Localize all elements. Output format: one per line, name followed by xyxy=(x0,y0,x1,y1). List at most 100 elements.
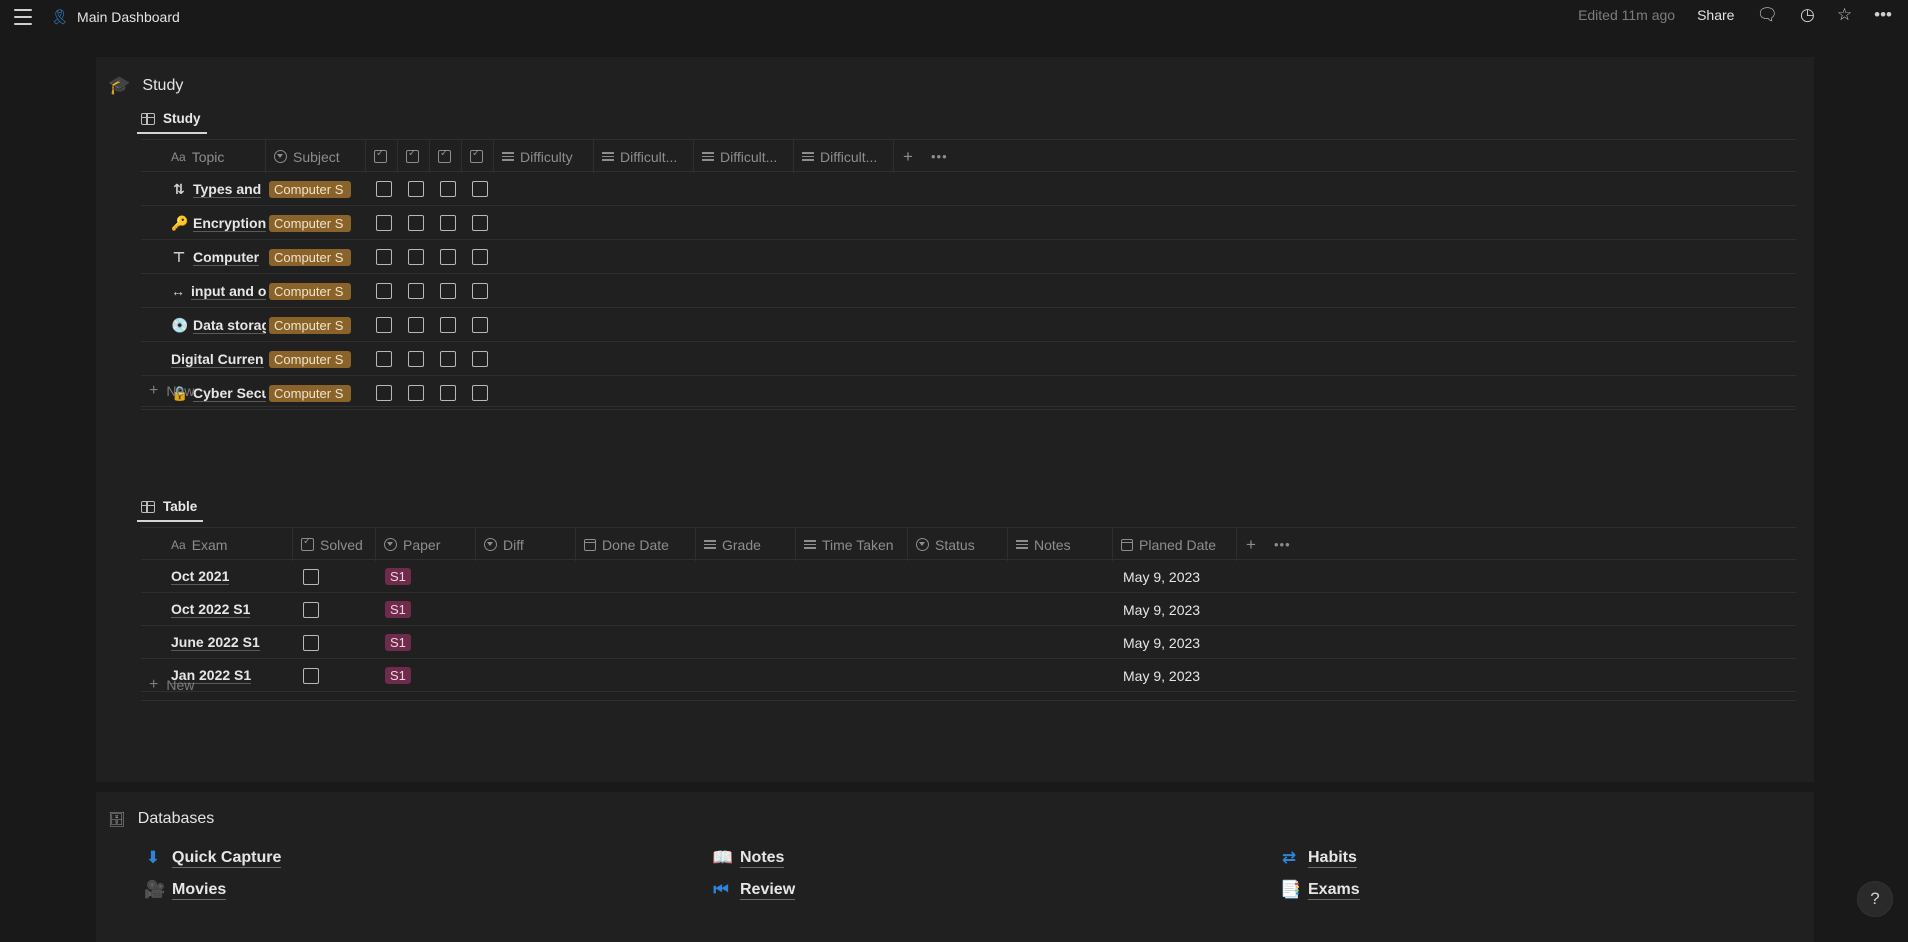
checkbox[interactable] xyxy=(472,351,488,367)
topic-cell[interactable]: ⊤Computer xyxy=(171,240,266,274)
column-paper[interactable]: Paper xyxy=(376,528,476,561)
checkbox[interactable] xyxy=(472,181,488,197)
checkbox[interactable] xyxy=(408,351,424,367)
link-habits[interactable]: ⇄ Habits xyxy=(1280,848,1357,868)
add-exam-row-button[interactable]: + New xyxy=(141,669,1796,701)
checkbox[interactable] xyxy=(376,181,392,197)
table-row[interactable]: ⇅Types andComputer S xyxy=(141,172,1796,206)
solved-cell[interactable] xyxy=(303,560,319,593)
checkbox-cell[interactable] xyxy=(472,240,488,274)
checkbox[interactable] xyxy=(376,351,392,367)
checkbox[interactable] xyxy=(440,249,456,265)
checkbox-cell[interactable] xyxy=(440,274,456,308)
checkbox-cell[interactable] xyxy=(376,274,392,308)
column-difficulty-2[interactable]: Difficult... xyxy=(594,140,694,173)
topic-cell[interactable]: ⇅Types and xyxy=(171,172,266,206)
breadcrumb[interactable]: 🎗 Main Dashboard xyxy=(50,8,180,26)
planed-date-cell[interactable]: May 9, 2023 xyxy=(1123,626,1200,659)
checkbox-cell[interactable] xyxy=(408,172,424,206)
subject-cell[interactable]: Computer S xyxy=(269,274,351,308)
checkbox[interactable] xyxy=(303,569,319,585)
add-study-row-button[interactable]: + New xyxy=(141,375,1796,407)
add-column-icon[interactable]: + xyxy=(903,140,913,173)
checkbox[interactable] xyxy=(472,215,488,231)
checkbox[interactable] xyxy=(303,635,319,651)
subject-cell[interactable]: Computer S xyxy=(269,172,351,206)
column-check-2[interactable] xyxy=(398,140,430,173)
checkbox-cell[interactable] xyxy=(376,172,392,206)
checkbox-cell[interactable] xyxy=(440,342,456,376)
checkbox[interactable] xyxy=(376,283,392,299)
checkbox[interactable] xyxy=(472,283,488,299)
exam-cell[interactable]: Oct 2022 S1 xyxy=(171,593,293,626)
solved-cell[interactable] xyxy=(303,626,319,659)
comment-icon[interactable]: 🗨 xyxy=(1756,6,1778,23)
link-movies[interactable]: 🎥 Movies xyxy=(144,880,226,900)
subject-cell[interactable]: Computer S xyxy=(269,342,351,376)
subject-cell[interactable]: Computer S xyxy=(269,240,351,274)
checkbox-cell[interactable] xyxy=(408,342,424,376)
checkbox[interactable] xyxy=(440,215,456,231)
checkbox-cell[interactable] xyxy=(440,172,456,206)
checkbox-cell[interactable] xyxy=(376,206,392,240)
column-topic[interactable]: AaTopic xyxy=(163,140,266,173)
checkbox-cell[interactable] xyxy=(376,240,392,274)
topic-cell[interactable]: ↔input and o xyxy=(171,274,266,308)
paper-cell[interactable]: S1 xyxy=(385,626,411,659)
checkbox-cell[interactable] xyxy=(472,274,488,308)
more-options-icon[interactable]: ••• xyxy=(1274,528,1291,561)
table-row[interactable]: June 2022 S1 S1 May 9, 2023 xyxy=(141,626,1796,659)
column-notes[interactable]: Notes xyxy=(1008,528,1113,561)
checkbox-cell[interactable] xyxy=(408,240,424,274)
table-row[interactable]: ↔input and oComputer S xyxy=(141,274,1796,308)
share-button[interactable]: Share xyxy=(1697,7,1734,23)
column-subject[interactable]: Subject xyxy=(266,140,366,173)
checkbox[interactable] xyxy=(303,602,319,618)
checkbox-cell[interactable] xyxy=(472,206,488,240)
column-check-1[interactable] xyxy=(366,140,398,173)
column-time-taken[interactable]: Time Taken xyxy=(796,528,908,561)
table-row[interactable]: Oct 2022 S1 S1 May 9, 2023 xyxy=(141,593,1796,626)
topic-cell[interactable]: 🔑Encryption xyxy=(171,206,266,240)
table-row[interactable]: ⊤ComputerComputer S xyxy=(141,240,1796,274)
checkbox-cell[interactable] xyxy=(440,240,456,274)
planed-date-cell[interactable]: May 9, 2023 xyxy=(1123,560,1200,593)
table-row[interactable]: Oct 2021S1May 9, 2023 xyxy=(141,560,1796,593)
star-icon[interactable]: ☆ xyxy=(1837,6,1852,23)
checkbox-cell[interactable] xyxy=(472,172,488,206)
column-solved[interactable]: Solved xyxy=(293,528,376,561)
exam-cell[interactable]: June 2022 S1 xyxy=(171,626,293,659)
checkbox-cell[interactable] xyxy=(440,206,456,240)
checkbox[interactable] xyxy=(376,215,392,231)
checkbox[interactable] xyxy=(376,317,392,333)
checkbox[interactable] xyxy=(408,317,424,333)
planed-date-cell[interactable]: May 9, 2023 xyxy=(1123,593,1200,626)
table-row[interactable]: 💿Data storagComputer S xyxy=(141,308,1796,342)
column-done-date[interactable]: Done Date xyxy=(576,528,696,561)
link-quick-capture[interactable]: ⬇ Quick Capture xyxy=(144,848,281,868)
checkbox-cell[interactable] xyxy=(408,274,424,308)
column-grade[interactable]: Grade xyxy=(696,528,796,561)
column-diff[interactable]: Diff xyxy=(476,528,576,561)
checkbox[interactable] xyxy=(440,351,456,367)
checkbox-cell[interactable] xyxy=(376,342,392,376)
column-check-4[interactable] xyxy=(462,140,494,173)
paper-cell[interactable]: S1 xyxy=(385,593,411,626)
column-planed-date[interactable]: Planed Date xyxy=(1113,528,1237,561)
column-difficulty-4[interactable]: Difficult... xyxy=(794,140,894,173)
checkbox[interactable] xyxy=(408,181,424,197)
column-status[interactable]: Status xyxy=(908,528,1008,561)
checkbox[interactable] xyxy=(408,215,424,231)
checkbox[interactable] xyxy=(472,317,488,333)
more-options-icon[interactable]: ••• xyxy=(931,140,948,173)
table-row[interactable]: Digital CurrenComputer S xyxy=(141,342,1796,376)
solved-cell[interactable] xyxy=(303,593,319,626)
subject-cell[interactable]: Computer S xyxy=(269,206,351,240)
checkbox[interactable] xyxy=(408,283,424,299)
topic-cell[interactable]: 💿Data storag xyxy=(171,308,266,342)
checkbox[interactable] xyxy=(376,249,392,265)
checkbox-cell[interactable] xyxy=(472,308,488,342)
checkbox-cell[interactable] xyxy=(408,308,424,342)
checkbox-cell[interactable] xyxy=(472,342,488,376)
topic-cell[interactable]: Digital Curren xyxy=(171,342,266,376)
